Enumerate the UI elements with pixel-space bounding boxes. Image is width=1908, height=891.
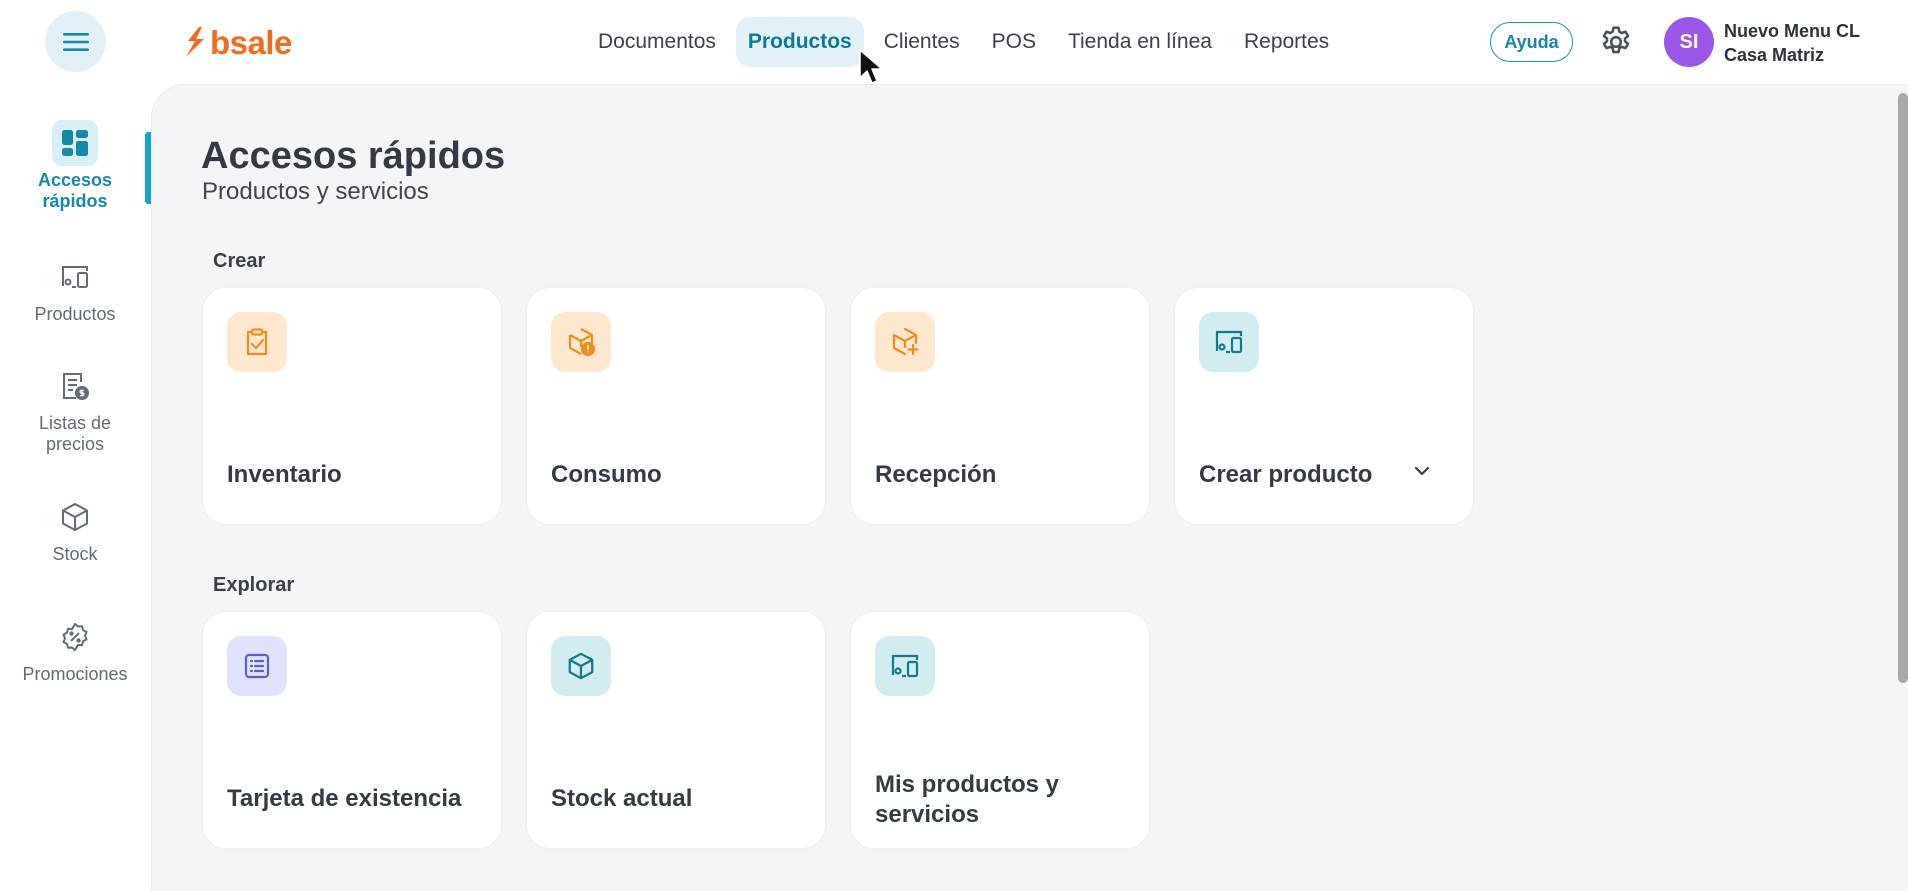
card-mis-productos-y-servicios[interactable]: Mis productos y servicios	[850, 611, 1150, 849]
card-recepcion[interactable]: Recepción	[850, 287, 1150, 525]
card-consumo[interactable]: Consumo	[526, 287, 826, 525]
topnav-tienda-en-linea[interactable]: Tienda en línea	[1056, 17, 1224, 67]
box-alert-icon	[551, 312, 611, 372]
card-inventario[interactable]: Inventario	[202, 287, 502, 525]
box-plus-icon	[875, 312, 935, 372]
page-subtitle: Productos y servicios	[202, 178, 429, 205]
sidebar-item-productos[interactable]: Productos	[0, 254, 150, 325]
card-label: Stock actual	[551, 785, 693, 812]
box-icon	[52, 494, 98, 540]
topnav-reportes[interactable]: Reportes	[1232, 17, 1341, 67]
grid-icon	[52, 120, 98, 166]
bsale-bolt-icon	[186, 27, 204, 57]
clipboard-check-icon	[227, 312, 287, 372]
avatar[interactable]: SI	[1664, 17, 1714, 67]
product-devices-icon	[52, 254, 98, 300]
card-label: Crear producto	[1199, 461, 1373, 488]
price-list-icon	[52, 363, 98, 409]
mouse-cursor-icon	[859, 49, 883, 84]
chevron-down-icon[interactable]	[1411, 460, 1433, 482]
list-card-icon	[227, 636, 287, 696]
hamburger-icon	[62, 32, 89, 51]
sidebar-item-promociones[interactable]: Promociones	[0, 614, 150, 685]
sidebar: Accesos rápidos Productos Listas de prec…	[0, 84, 151, 891]
brand-name: bsale	[210, 23, 292, 61]
scrollbar-thumb[interactable]	[1898, 93, 1908, 683]
card-label: Tarjeta de existencia	[227, 785, 462, 812]
discount-badge-icon	[52, 614, 98, 660]
top-navigation: Documentos Productos Clientes POS Tienda…	[586, 17, 1341, 67]
sidebar-item-label: Accesos rápidos	[37, 170, 113, 211]
card-label: Consumo	[551, 461, 662, 488]
card-tarjeta-de-existencia[interactable]: Tarjeta de existencia	[202, 611, 502, 849]
user-name: Nuevo Menu CL	[1724, 21, 1861, 41]
card-crear-producto[interactable]: Crear producto	[1174, 287, 1474, 525]
section-label-explorar: Explorar	[213, 574, 295, 596]
sidebar-item-listas-de-precios[interactable]: Listas de precios	[0, 363, 150, 455]
sidebar-item-label: Listas de precios	[38, 413, 112, 454]
brand-logo[interactable]: bsale	[184, 24, 292, 60]
product-devices-icon	[1199, 312, 1259, 372]
sidebar-item-stock[interactable]: Stock	[0, 494, 150, 565]
main-content: Accesos rápidos Productos y servicios Cr…	[151, 84, 1908, 891]
top-bar: bsale Documentos Productos Clientes POS …	[0, 0, 1908, 84]
user-branch: Casa Matriz	[1724, 45, 1825, 65]
help-button[interactable]: Ayuda	[1490, 22, 1573, 62]
section-label-crear: Crear	[213, 250, 266, 272]
box-icon	[551, 636, 611, 696]
topnav-productos[interactable]: Productos	[735, 17, 864, 67]
sidebar-item-accesos-rapidos[interactable]: Accesos rápidos	[0, 120, 150, 212]
card-stock-actual[interactable]: Stock actual	[526, 611, 826, 849]
card-label: Recepción	[875, 461, 997, 488]
sidebar-item-label: Productos	[34, 304, 116, 324]
topnav-pos[interactable]: POS	[980, 17, 1048, 67]
sidebar-item-label: Stock	[52, 544, 98, 564]
sidebar-item-label: Promociones	[22, 664, 128, 684]
card-label: Inventario	[227, 461, 342, 488]
user-info[interactable]: Nuevo Menu CL Casa Matriz	[1724, 19, 1860, 67]
page-title: Accesos rápidos	[201, 135, 506, 177]
topnav-documentos[interactable]: Documentos	[586, 17, 728, 67]
product-devices-icon	[875, 636, 935, 696]
card-label: Mis productos y servicios	[875, 771, 1060, 828]
menu-toggle-button[interactable]	[45, 11, 106, 72]
gear-icon[interactable]	[1598, 24, 1634, 60]
